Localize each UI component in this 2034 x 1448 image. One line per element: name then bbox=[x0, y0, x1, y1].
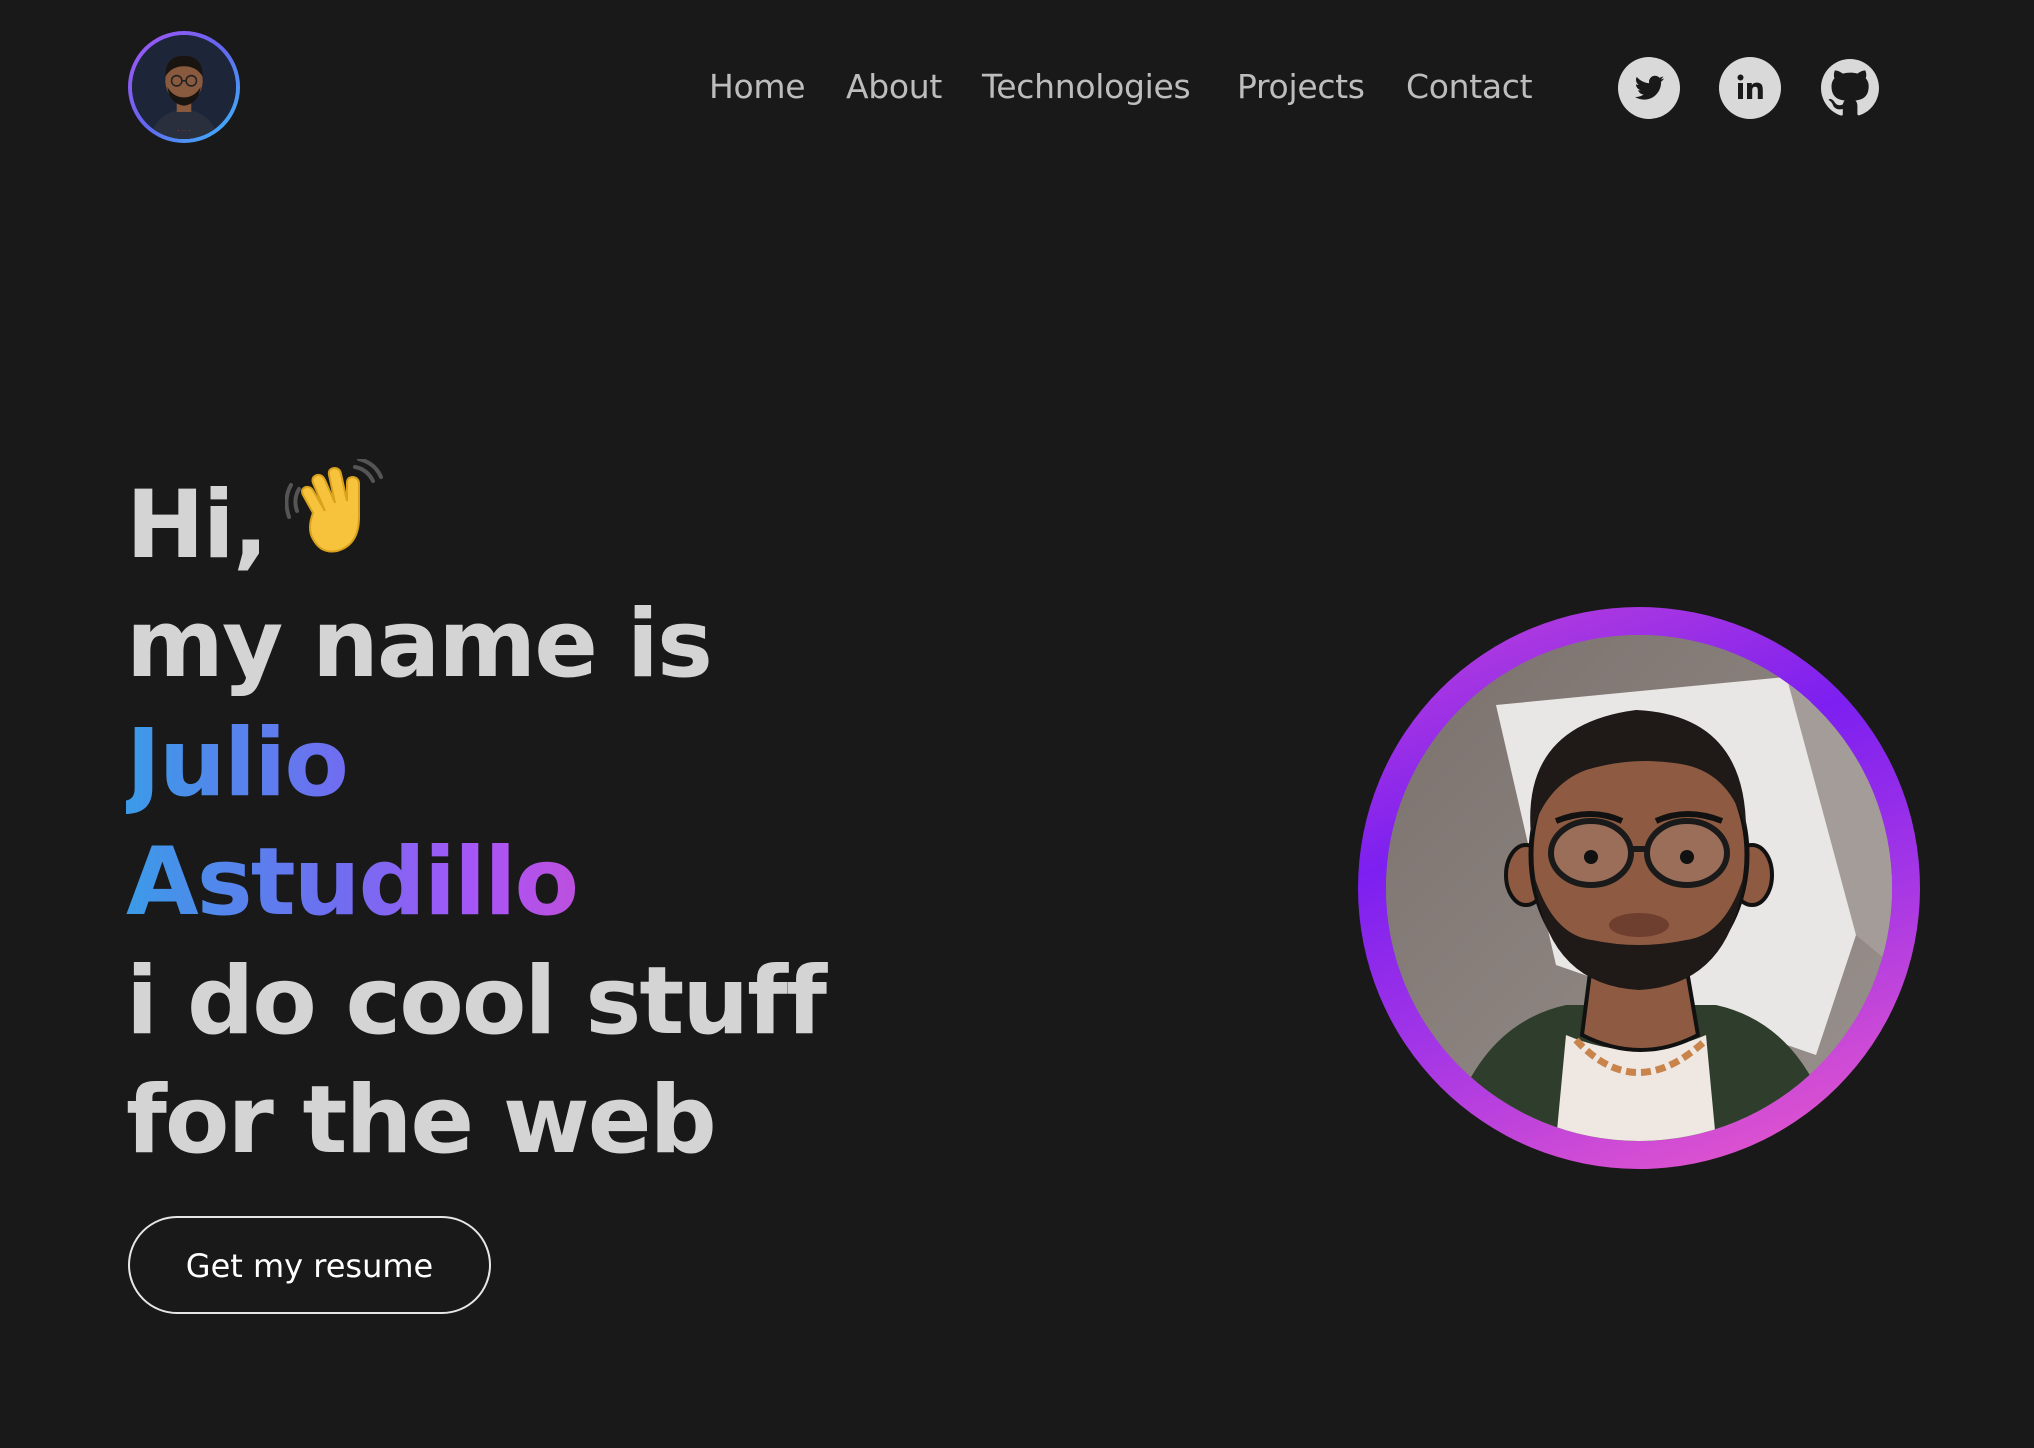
nav-projects[interactable]: Projects bbox=[1237, 62, 1365, 112]
hero-line-5: i do cool stuff bbox=[126, 947, 827, 1056]
nav-home[interactable]: Home bbox=[709, 62, 806, 112]
hero-line-2: my name is bbox=[126, 590, 713, 699]
profile-avatar bbox=[1358, 607, 1920, 1169]
memoji-avatar-icon: · ·· · bbox=[132, 35, 236, 139]
logo-avatar[interactable]: · ·· · bbox=[128, 31, 240, 143]
avatar-illustration bbox=[1386, 635, 1892, 1141]
get-resume-button[interactable]: Get my resume bbox=[128, 1216, 491, 1314]
github-icon[interactable] bbox=[1819, 57, 1881, 119]
svg-text:· ·· ·: · ·· · bbox=[177, 126, 191, 135]
twitter-icon[interactable] bbox=[1618, 57, 1680, 119]
hero-greeting-line: Hi, bbox=[126, 457, 825, 585]
hero-last-name: Astudillo bbox=[126, 823, 596, 942]
hero-first-name: Julio bbox=[126, 704, 596, 823]
nav-technologies[interactable]: Technologies bbox=[982, 62, 1191, 112]
nav-contact[interactable]: Contact bbox=[1406, 62, 1533, 112]
nav-about[interactable]: About bbox=[846, 62, 942, 112]
waving-hand-icon bbox=[284, 457, 385, 587]
hero-heading: Hi, my name is Julio Astudillo i do cool… bbox=[126, 457, 827, 1180]
hero-greeting: Hi, bbox=[126, 471, 269, 580]
linkedin-icon[interactable] bbox=[1719, 57, 1781, 119]
hero-line-6: for the web bbox=[126, 1066, 717, 1175]
